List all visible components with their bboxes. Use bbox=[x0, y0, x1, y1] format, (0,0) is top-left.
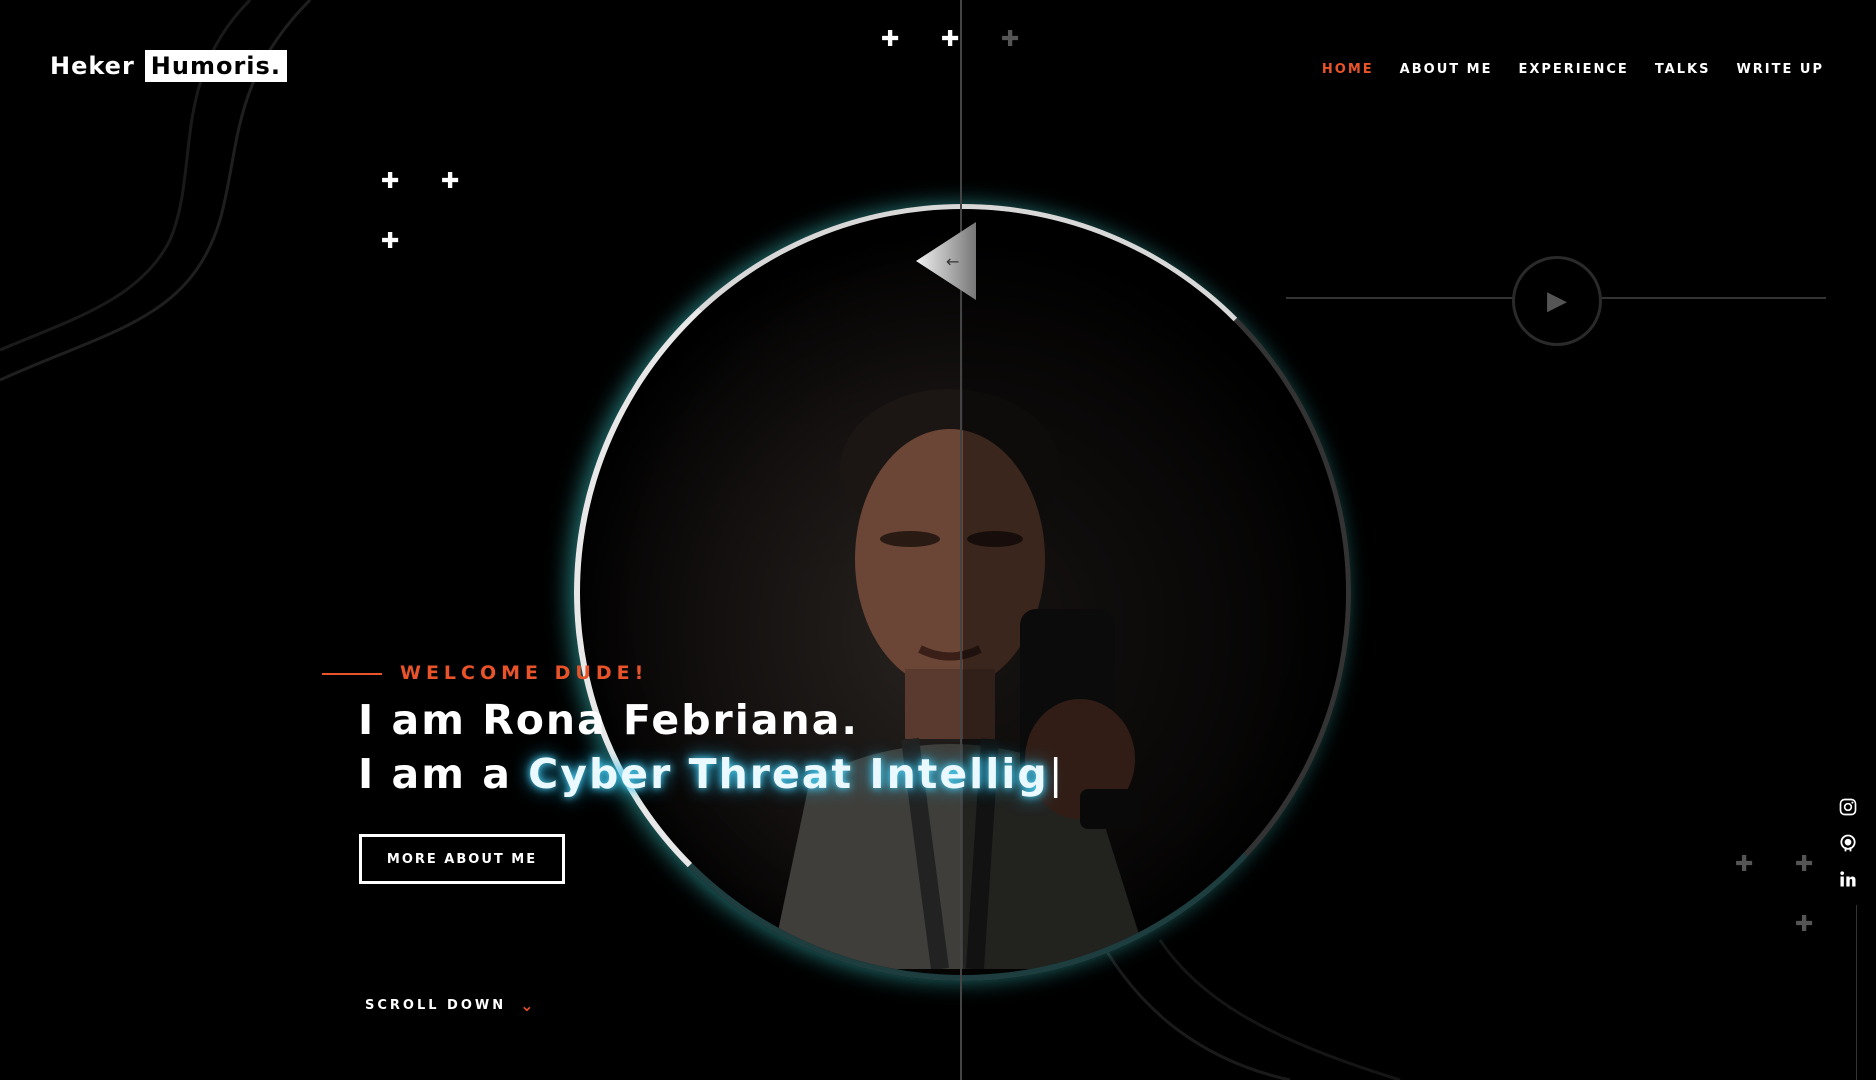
social-links bbox=[1838, 797, 1858, 889]
divider-line bbox=[960, 0, 962, 1080]
cross-icon: ✚ bbox=[441, 169, 460, 194]
scroll-down-link[interactable]: SCROLL DOWN ⌄ bbox=[365, 996, 537, 1015]
typing-caret: | bbox=[1048, 750, 1065, 798]
nav-item-talks[interactable]: TALKS bbox=[1655, 62, 1711, 77]
nav-item-write-up[interactable]: WRITE UP bbox=[1736, 62, 1824, 77]
compare-handle[interactable]: ← bbox=[916, 222, 976, 300]
cross-icon: ✚ bbox=[941, 27, 960, 52]
hero-role: I am a Cyber Threat Intellig| bbox=[358, 750, 1065, 798]
portrait-ring bbox=[574, 204, 1351, 981]
role-typed-text: Cyber Threat Intellig bbox=[528, 750, 1049, 798]
welcome-accent-line bbox=[322, 673, 382, 675]
play-icon: ▶ bbox=[1547, 286, 1567, 316]
logo-text: Heker bbox=[50, 52, 135, 80]
nav-item-experience[interactable]: EXPERIENCE bbox=[1518, 62, 1628, 77]
logo-boxed-text: Humoris. bbox=[144, 50, 287, 82]
cross-icon: ✚ bbox=[381, 229, 400, 254]
nav-item-home[interactable]: HOME bbox=[1322, 62, 1374, 77]
github-icon[interactable] bbox=[1838, 833, 1858, 853]
welcome-text: WELCOME DUDE! bbox=[400, 662, 649, 684]
instagram-icon[interactable] bbox=[1838, 797, 1858, 817]
hero-name: I am Rona Febriana. bbox=[358, 696, 859, 744]
arrow-left-icon: ← bbox=[946, 252, 959, 271]
role-prefix: I am a bbox=[358, 750, 529, 798]
cross-icon: ✚ bbox=[1795, 852, 1814, 877]
linkedin-icon[interactable] bbox=[1838, 869, 1858, 889]
cross-icon: ✚ bbox=[1001, 27, 1020, 52]
portrait-shade bbox=[963, 209, 1346, 975]
main-nav: HOME ABOUT ME EXPERIENCE TALKS WRITE UP bbox=[1322, 62, 1824, 77]
chevron-down-icon: ⌄ bbox=[520, 996, 537, 1015]
cross-icon: ✚ bbox=[881, 27, 900, 52]
cross-icon: ✚ bbox=[1735, 852, 1754, 877]
more-about-me-button[interactable]: MORE ABOUT ME bbox=[359, 834, 565, 884]
play-button[interactable]: ▶ bbox=[1512, 256, 1602, 346]
nav-item-about-me[interactable]: ABOUT ME bbox=[1400, 62, 1493, 77]
scroll-down-label: SCROLL DOWN bbox=[365, 998, 507, 1013]
social-divider-line bbox=[1856, 905, 1857, 1080]
site-logo[interactable]: Heker Humoris. bbox=[50, 50, 287, 82]
cross-icon: ✚ bbox=[1795, 912, 1814, 937]
cross-icon: ✚ bbox=[381, 169, 400, 194]
